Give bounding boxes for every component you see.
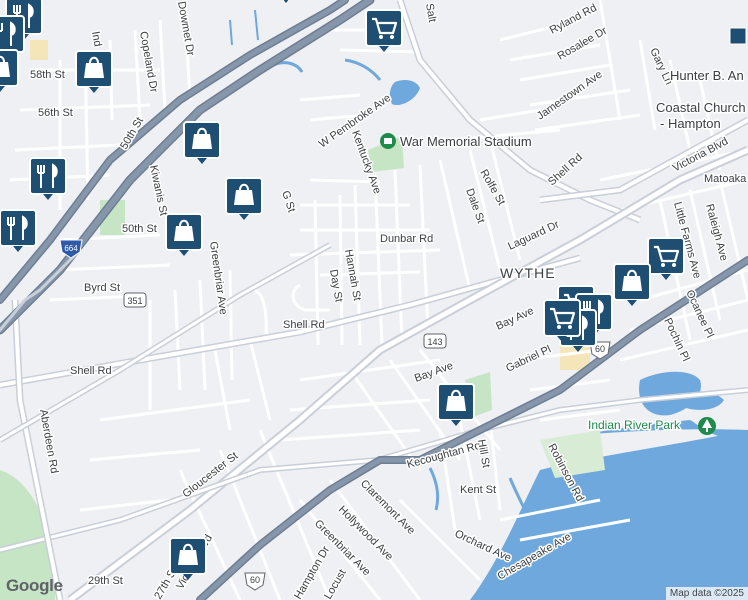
svg-text:60: 60 bbox=[250, 575, 260, 585]
street-label: Locust bbox=[322, 567, 349, 600]
street-label: Kiwanis St bbox=[147, 164, 169, 217]
stadium-icon[interactable] bbox=[380, 133, 396, 149]
street-label: 29th St bbox=[88, 575, 123, 587]
street-label: G St bbox=[279, 189, 297, 214]
street-label: Aberdeen Rd bbox=[37, 408, 60, 474]
svg-text:143: 143 bbox=[427, 337, 442, 347]
street-label: Gabriel Pl bbox=[504, 343, 553, 374]
street-label: Dunbar Rd bbox=[380, 233, 433, 245]
street-label: 56th St bbox=[38, 107, 73, 119]
poi-label-war-memorial-stadium: War Memorial Stadium bbox=[400, 134, 532, 149]
map-pin-dining[interactable] bbox=[29, 157, 67, 200]
map-pin-shopping[interactable] bbox=[543, 299, 581, 342]
poi-label-indian-river-park: Indian River Park bbox=[588, 418, 681, 432]
street-label: Shell Rd bbox=[283, 319, 325, 331]
map-pin-shopping[interactable] bbox=[75, 50, 113, 93]
map-pin-shopping[interactable] bbox=[613, 263, 651, 306]
map-canvas[interactable]: W Pembroke Ave Kentucky Ave Shell Rd She… bbox=[0, 0, 748, 600]
street-label: Salt bbox=[423, 2, 438, 23]
poi-label-hunter: Hunter B. An bbox=[670, 68, 744, 83]
neighborhood-labels: WYTHE bbox=[499, 264, 557, 283]
map-pin-shopping[interactable] bbox=[169, 537, 207, 580]
street-label: Raleigh Ave bbox=[703, 203, 730, 263]
tree-icon[interactable] bbox=[698, 417, 716, 435]
street-label: Copeland Dr bbox=[137, 30, 160, 93]
route-shield-60: 60 bbox=[244, 572, 266, 591]
map-pin-shopping[interactable] bbox=[0, 49, 19, 92]
route-shield-143: 143 bbox=[423, 333, 447, 349]
poi-label-coastal-church-line2: - Hampton bbox=[660, 116, 721, 131]
street-label: 58th St bbox=[30, 69, 65, 81]
google-logo: Google bbox=[6, 576, 63, 595]
street-label: 50th St bbox=[122, 223, 157, 235]
street-label: Shell Rd bbox=[546, 151, 585, 188]
street-label: Kent St bbox=[460, 484, 496, 496]
street-label: Shell Rd bbox=[70, 365, 112, 377]
svg-text:351: 351 bbox=[127, 296, 142, 306]
route-shield-351: 351 bbox=[123, 292, 147, 308]
street-label: Greenbriar Ave bbox=[207, 241, 229, 316]
street-label: Matoaka bbox=[704, 173, 747, 185]
map-pin-partial[interactable] bbox=[729, 27, 747, 45]
street-label: Ind bbox=[89, 30, 103, 47]
map-pin-shopping[interactable] bbox=[183, 121, 221, 164]
svg-text:60: 60 bbox=[595, 344, 605, 354]
map-pin-shopping[interactable] bbox=[647, 237, 685, 280]
map-pin-dining[interactable] bbox=[0, 209, 37, 252]
street-label: Byrd St bbox=[84, 282, 120, 294]
neighborhood-label-wythe: WYTHE bbox=[500, 265, 556, 281]
svg-text:664: 664 bbox=[64, 244, 78, 253]
map-pin-partial[interactable] bbox=[280, 0, 292, 5]
street-label: Bay Ave bbox=[494, 305, 535, 333]
map-pin-shopping[interactable] bbox=[165, 213, 203, 256]
map-pin-shopping[interactable] bbox=[225, 177, 263, 220]
poi-label-coastal-church: Coastal Church bbox=[656, 100, 746, 115]
street-label: Hill St bbox=[475, 438, 492, 468]
map-pin-shopping[interactable] bbox=[365, 9, 403, 52]
map-pin-shopping[interactable] bbox=[437, 383, 475, 426]
map-attribution[interactable]: Map data ©2025 bbox=[665, 587, 748, 600]
street-label: Dowmet Dr bbox=[175, 0, 196, 57]
route-shield-664: 664 bbox=[59, 239, 83, 259]
